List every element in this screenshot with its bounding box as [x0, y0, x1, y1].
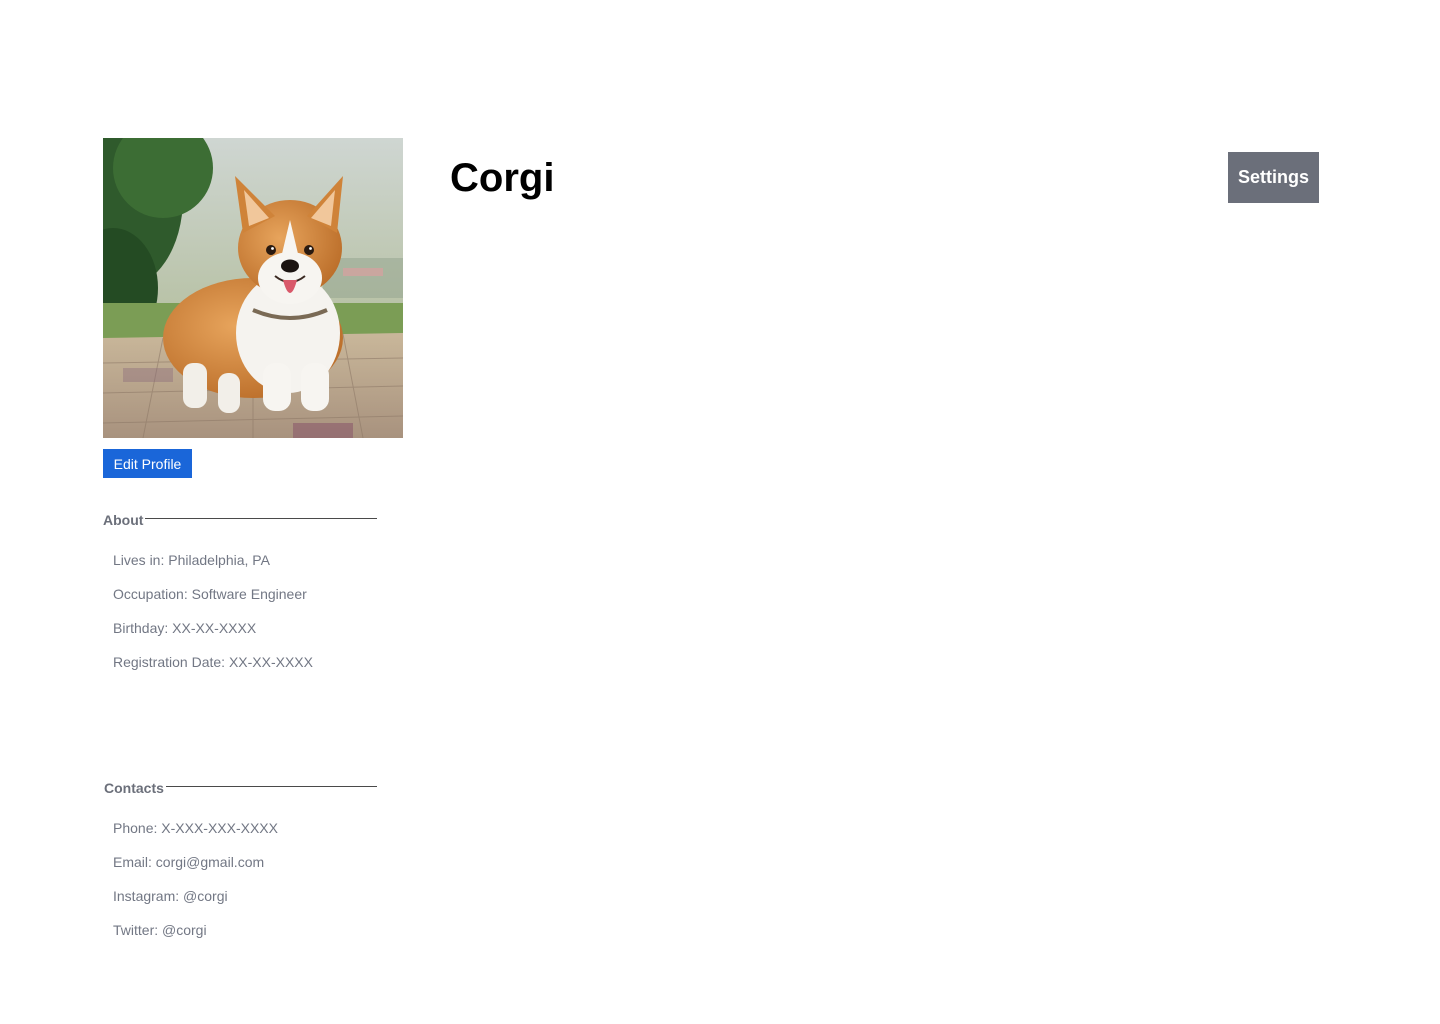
contact-item-instagram: Instagram: @corgi: [113, 888, 228, 904]
about-item-birthday: Birthday: XX-XX-XXXX: [113, 620, 257, 636]
about-item-registration-date: Registration Date: XX-XX-XXXX: [113, 654, 313, 670]
about-heading: About: [103, 512, 144, 528]
about-divider: [145, 518, 377, 519]
profile-name-title: Corgi: [450, 156, 555, 200]
about-list: Lives in: Philadelphia, PA Occupation: S…: [113, 551, 313, 687]
contact-item-email: Email: corgi@gmail.com: [113, 854, 265, 870]
contact-item-phone: Phone: X-XXX-XXX-XXXX: [113, 820, 278, 836]
profile-photo: [103, 138, 403, 438]
contact-item-twitter: Twitter: @corgi: [113, 922, 207, 938]
contacts-heading: Contacts: [104, 780, 164, 796]
edit-profile-button[interactable]: Edit Profile: [103, 449, 192, 478]
settings-button[interactable]: Settings: [1228, 152, 1319, 203]
contacts-section-header: Contacts: [104, 779, 377, 797]
contacts-divider: [165, 786, 377, 787]
about-item-location: Lives in: Philadelphia, PA: [113, 552, 270, 568]
about-section-header: About: [103, 511, 377, 529]
contacts-list: Phone: X-XXX-XXX-XXXX Email: corgi@gmail…: [113, 819, 278, 955]
about-item-occupation: Occupation: Software Engineer: [113, 586, 307, 602]
